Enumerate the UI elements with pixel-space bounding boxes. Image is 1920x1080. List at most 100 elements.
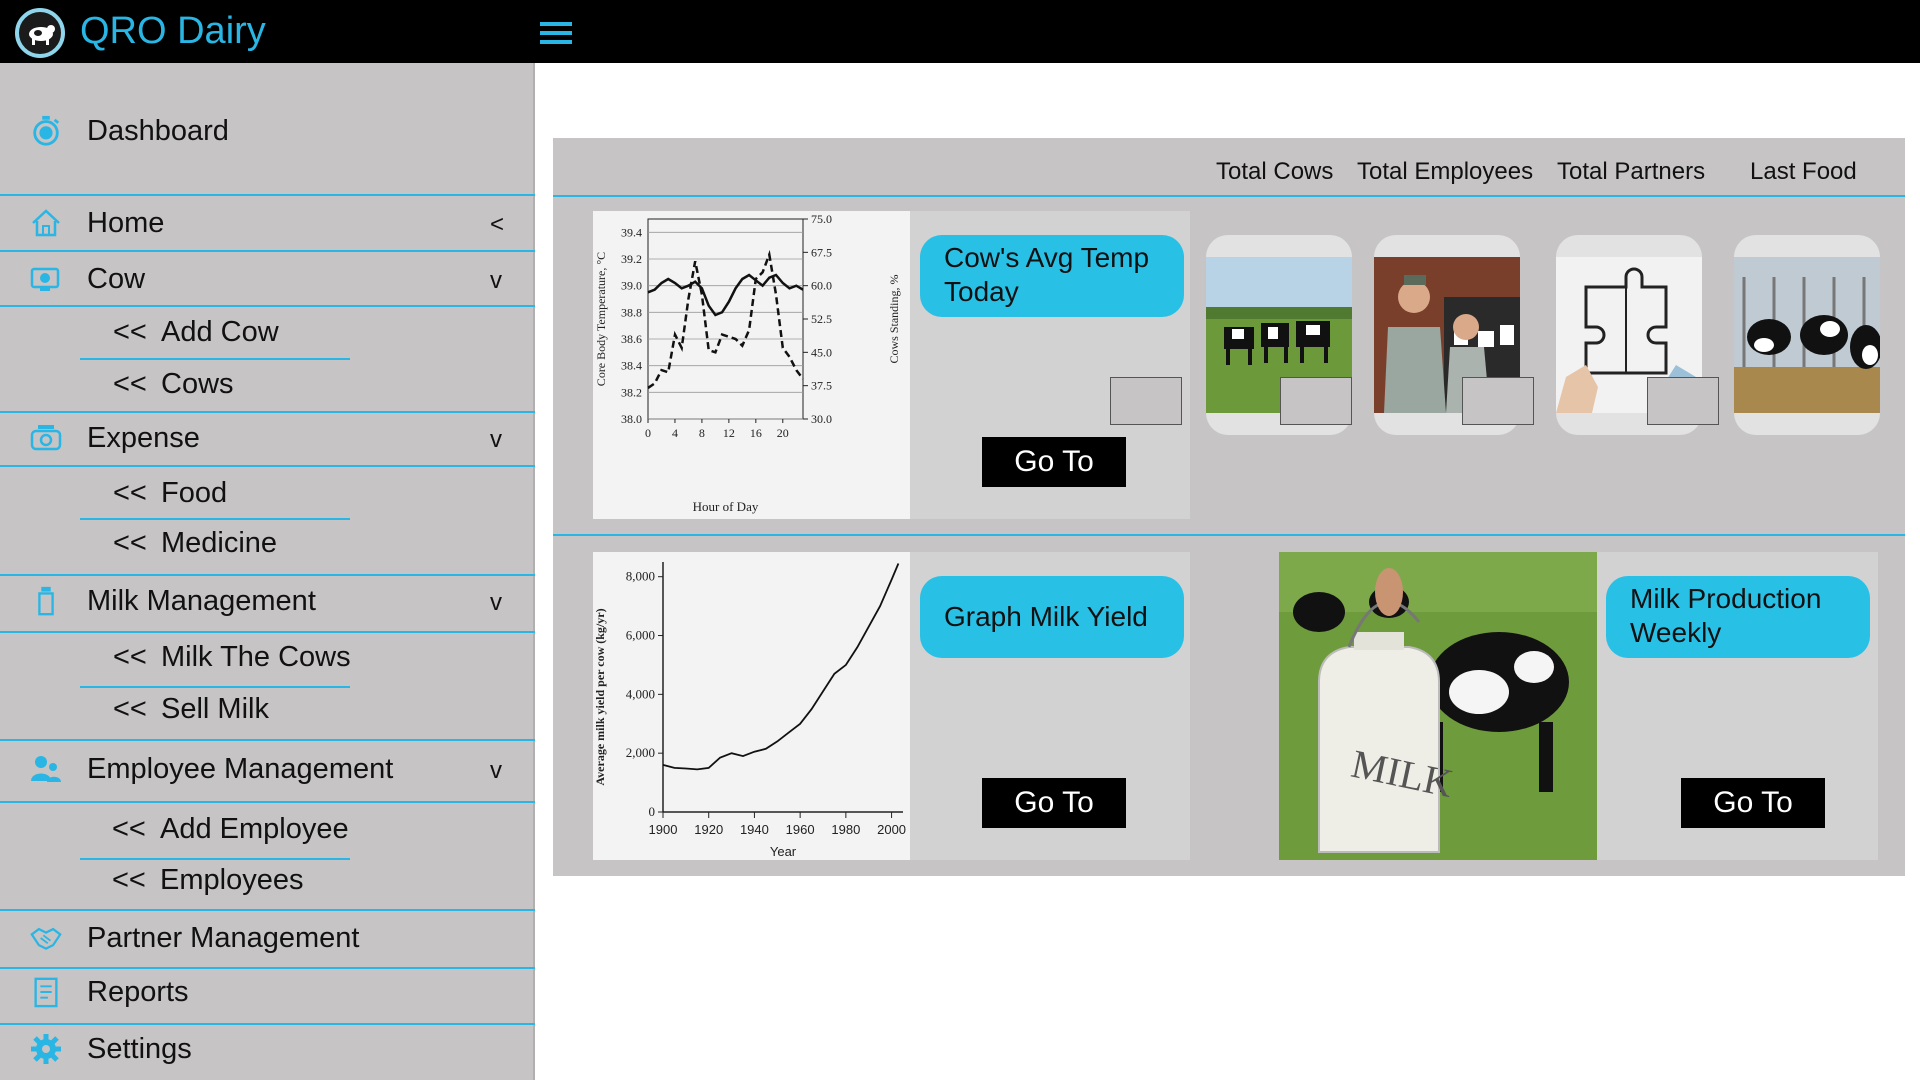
series-line-temperature (647, 273, 804, 317)
y-tick-label: 38.8 (621, 305, 642, 319)
series-line-cows-standing (647, 249, 804, 389)
cows-barn-photo (1734, 257, 1880, 413)
y-tick-label: 39.4 (621, 225, 642, 239)
sidebar-label-home: Home (87, 207, 165, 239)
stat-header-total-cows: Total Cows (1216, 158, 1334, 185)
double-chevron-icon: << (112, 864, 146, 896)
divider (0, 305, 535, 307)
x-tick-label: 1980 (831, 822, 860, 837)
production-card: MILK Milk Production Weekly Go To (1279, 552, 1878, 860)
divider (0, 465, 535, 467)
production-title-pill: Milk Production Weekly (1606, 576, 1870, 658)
sidebar-sublabel: Cows (161, 368, 234, 400)
divider (0, 250, 535, 252)
y2-tick-label: 67.5 (811, 245, 832, 259)
temp-goto-button[interactable]: Go To (982, 437, 1126, 487)
total-employees-value (1280, 377, 1352, 425)
y2-axis-label: Cows Standing, % (887, 274, 901, 363)
sidebar-sublabel: Milk The Cows (161, 641, 351, 673)
y2-tick-label: 52.5 (811, 312, 832, 326)
divider (0, 631, 535, 633)
y2-tick-label: 37.5 (811, 379, 832, 393)
temp-card: 38.0 38.2 38.4 38.6 38.8 39.0 39.2 39.4 30.0 37.5… (593, 211, 1190, 519)
production-goto-button[interactable]: Go To (1681, 778, 1825, 828)
yield-card: 0 2,000 4,000 6,000 8,000 1900 1920 1940 1960 198… (593, 552, 1190, 860)
sidebar-label-employee-management: Employee Management (87, 753, 394, 785)
y-tick-label: 39.0 (621, 279, 642, 293)
divider (80, 686, 350, 688)
divider (0, 574, 535, 576)
y2-tick-label: 60.0 (811, 279, 832, 293)
report-icon (34, 977, 58, 1008)
double-chevron-icon: << (112, 813, 146, 845)
chevron-down-icon: v (490, 589, 502, 616)
sidebar-label-partner-management: Partner Management (87, 922, 360, 954)
chevron-down-icon: v (490, 267, 502, 294)
x-tick-label: 0 (645, 426, 651, 440)
sidebar-label-settings: Settings (87, 1033, 192, 1065)
sidebar-sublabel: Employees (160, 864, 304, 896)
double-chevron-icon: << (113, 641, 147, 673)
yield-title-pill: Graph Milk Yield (920, 576, 1184, 658)
y-tick-label: 4,000 (626, 686, 655, 701)
y-tick-label: 38.2 (621, 385, 642, 399)
x-tick-label: 1920 (694, 822, 723, 837)
y2-tick-label: 30.0 (811, 412, 832, 426)
double-chevron-icon: << (113, 693, 147, 725)
last-food-card[interactable] (1734, 235, 1880, 435)
production-title: Milk Production Weekly (1630, 583, 1822, 648)
temp-title: Cow's Avg Temp Today (944, 242, 1150, 307)
temp-chart: 38.0 38.2 38.4 38.6 38.8 39.0 39.2 39.4 30.0 37.5… (593, 211, 910, 519)
divider (0, 739, 535, 741)
sidebar-sublabel: Add Employee (160, 813, 349, 845)
sidebar-label-reports: Reports (87, 976, 189, 1008)
divider (0, 801, 535, 803)
x-tick-label: 16 (750, 426, 762, 440)
x-tick-label: 2000 (877, 822, 906, 837)
temp-title-pill: Cow's Avg Temp Today (920, 235, 1184, 317)
divider (553, 534, 1905, 536)
x-tick-label: 12 (723, 426, 735, 440)
yield-title: Graph Milk Yield (944, 601, 1148, 632)
x-tick-label: 4 (672, 426, 678, 440)
milk-bottle-icon (38, 586, 54, 616)
cow-icon (30, 267, 60, 291)
top-bar: QRO Dairy (0, 0, 1920, 63)
divider (0, 909, 535, 911)
sidebar-sublabel: Sell Milk (161, 693, 269, 725)
sidebar-sublabel: Add Cow (161, 316, 279, 348)
y2-tick-label: 45.0 (811, 345, 832, 359)
sidebar-sublabel: Food (161, 477, 228, 509)
sidebar-label-cow: Cow (87, 263, 146, 295)
chevron-left-icon: < (490, 211, 505, 238)
y-tick-label: 38.4 (621, 359, 642, 373)
divider (0, 967, 535, 969)
yield-chart: 0 2,000 4,000 6,000 8,000 1900 1920 1940 1960 198… (593, 552, 910, 860)
gear-icon (31, 1034, 61, 1064)
x-tick-label: 1960 (786, 822, 815, 837)
y-tick-label: 38.6 (621, 332, 642, 346)
total-partners-value (1462, 377, 1534, 425)
yield-goto-button[interactable]: Go To (982, 778, 1126, 828)
double-chevron-icon: << (113, 368, 147, 400)
divider (80, 518, 350, 520)
divider (80, 858, 350, 860)
stat-header-total-employees: Total Employees (1357, 158, 1534, 185)
divider (0, 1023, 535, 1025)
cow-logo-icon (15, 8, 65, 58)
total-cows-value (1110, 377, 1182, 425)
plot-frame (647, 218, 804, 420)
divider (553, 195, 1905, 197)
app-title: QRO Dairy (80, 10, 266, 52)
stopwatch-icon (33, 115, 60, 146)
series-line-milk-yield (662, 563, 900, 771)
divider (0, 194, 535, 196)
menu-icon[interactable] (540, 22, 572, 44)
home-icon (32, 209, 60, 237)
divider (80, 358, 350, 360)
y-tick-label: 2,000 (626, 745, 655, 760)
double-chevron-icon: << (113, 316, 147, 348)
stat-header-last-food: Last Food (1750, 158, 1857, 185)
yield-chart-svg: 0 2,000 4,000 6,000 8,000 1900 1920 1940 1960 198… (593, 562, 906, 859)
y-tick-label: 0 (649, 804, 656, 819)
